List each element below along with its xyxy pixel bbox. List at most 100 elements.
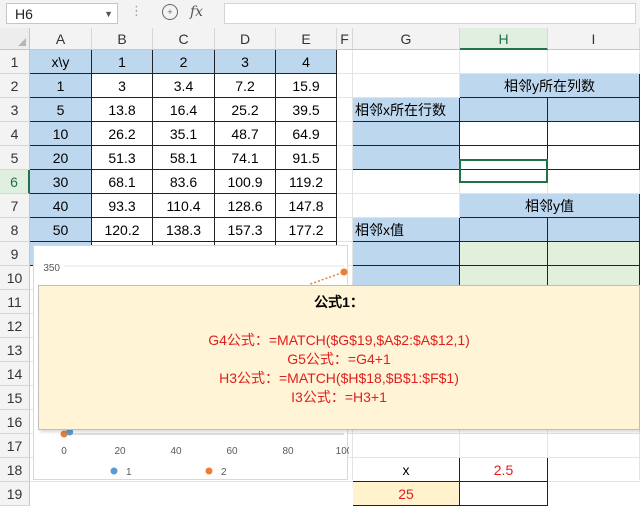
lookup-cell[interactable] [460, 98, 548, 122]
x-value-cell[interactable]: 5 [30, 98, 92, 122]
row-header-8[interactable]: 8 [0, 218, 30, 242]
value-cell[interactable] [460, 242, 548, 266]
active-cell-selection[interactable] [459, 159, 548, 183]
column-header-I[interactable]: I [548, 28, 640, 50]
data-cell[interactable]: 39.5 [276, 98, 337, 122]
data-cell[interactable]: 91.5 [276, 146, 337, 170]
data-cell[interactable]: 16.4 [153, 98, 215, 122]
lookup-cell[interactable] [548, 146, 640, 170]
chevron-down-icon[interactable]: ▼ [104, 9, 113, 19]
data-cell[interactable]: 68.1 [92, 170, 153, 194]
formula-comment-box[interactable]: 公式1： G4公式：=MATCH($G$19,$A$2:$A$12,1) G5公… [38, 285, 640, 430]
data-cell[interactable]: 128.6 [215, 194, 276, 218]
value-cell[interactable] [548, 218, 640, 242]
column-header-A[interactable]: A [30, 28, 92, 50]
column-header-F[interactable]: F [337, 28, 353, 50]
result-cell[interactable] [460, 482, 548, 506]
more-icon[interactable]: ⋮ [130, 3, 144, 19]
data-cell[interactable]: 58.1 [153, 146, 215, 170]
lookup-row-header[interactable]: 相邻x所在行数 [353, 98, 460, 122]
row-header-4[interactable]: 4 [0, 122, 30, 146]
lookup-col-header[interactable]: 相邻y所在列数 [460, 74, 640, 98]
row-header-15[interactable]: 15 [0, 386, 30, 410]
x-value-header[interactable]: 相邻x值 [353, 218, 460, 242]
data-cell[interactable]: 35.1 [153, 122, 215, 146]
row-header-6[interactable]: 6 [0, 170, 30, 194]
data-cell[interactable]: 177.2 [276, 218, 337, 242]
name-box[interactable]: H6 ▼ [6, 3, 118, 24]
table-header-cell[interactable]: x\y [30, 50, 92, 74]
data-cell[interactable]: 100.9 [215, 170, 276, 194]
table-header-cell[interactable]: 4 [276, 50, 337, 74]
data-cell[interactable]: 7.2 [215, 74, 276, 98]
row-header-3[interactable]: 3 [0, 98, 30, 122]
data-cell[interactable]: 138.3 [153, 218, 215, 242]
value-cell[interactable] [353, 242, 460, 266]
x-input-label[interactable]: x [353, 458, 460, 482]
row-header-12[interactable]: 12 [0, 314, 30, 338]
data-cell[interactable]: 3 [92, 74, 153, 98]
data-cell[interactable]: 119.2 [276, 170, 337, 194]
column-header-B[interactable]: B [92, 28, 153, 50]
chart-x-tick-label: 20 [114, 446, 126, 457]
row-header-2[interactable]: 2 [0, 74, 30, 98]
row-header-9[interactable]: 9 [0, 242, 30, 266]
row-header-10[interactable]: 10 [0, 266, 30, 290]
column-header-C[interactable]: C [153, 28, 215, 50]
chart-x-tick-label: 80 [282, 446, 294, 457]
column-header-H[interactable]: H [460, 28, 548, 50]
lookup-cell[interactable] [353, 122, 460, 146]
data-cell[interactable]: 48.7 [215, 122, 276, 146]
select-all-corner[interactable] [0, 28, 30, 50]
column-header-G[interactable]: G [353, 28, 460, 50]
row-header-11[interactable]: 11 [0, 290, 30, 314]
lookup-cell[interactable] [548, 122, 640, 146]
fx-icon[interactable]: fx [190, 4, 203, 20]
data-cell[interactable]: 25.2 [215, 98, 276, 122]
data-cell[interactable]: 3.4 [153, 74, 215, 98]
data-cell[interactable]: 15.9 [276, 74, 337, 98]
row-header-16[interactable]: 16 [0, 410, 30, 434]
row-header-5[interactable]: 5 [0, 146, 30, 170]
row-header-18[interactable]: 18 [0, 458, 30, 482]
data-cell[interactable]: 51.3 [92, 146, 153, 170]
lookup-cell[interactable] [548, 98, 640, 122]
zoom-icon[interactable]: + [162, 4, 178, 20]
column-header-E[interactable]: E [276, 28, 337, 50]
x-value-cell[interactable]: 50 [30, 218, 92, 242]
data-cell[interactable]: 26.2 [92, 122, 153, 146]
data-cell[interactable]: 93.3 [92, 194, 153, 218]
data-cell[interactable]: 110.4 [153, 194, 215, 218]
column-header-D[interactable]: D [215, 28, 276, 50]
lookup-cell[interactable] [460, 122, 548, 146]
x-value-cell[interactable]: 10 [30, 122, 92, 146]
row-header-13[interactable]: 13 [0, 338, 30, 362]
x-value-cell[interactable]: 40 [30, 194, 92, 218]
data-cell[interactable]: 13.8 [92, 98, 153, 122]
data-cell[interactable]: 147.8 [276, 194, 337, 218]
x-value-cell[interactable]: 20 [30, 146, 92, 170]
row-header-7[interactable]: 7 [0, 194, 30, 218]
x-input-value[interactable]: 25 [353, 482, 460, 506]
x-value-cell[interactable]: 1 [30, 74, 92, 98]
row-header-14[interactable]: 14 [0, 362, 30, 386]
comment-line: G5公式：=G4+1 [287, 351, 391, 367]
data-cell[interactable]: 74.1 [215, 146, 276, 170]
table-header-cell[interactable]: 2 [153, 50, 215, 74]
y-input-value[interactable]: 2.5 [460, 458, 548, 482]
lookup-cell[interactable] [353, 146, 460, 170]
data-cell[interactable]: 83.6 [153, 170, 215, 194]
data-cell[interactable]: 120.2 [92, 218, 153, 242]
data-cell[interactable]: 157.3 [215, 218, 276, 242]
value-col-header[interactable]: 相邻y值 [460, 194, 640, 218]
row-header-19[interactable]: 19 [0, 482, 30, 506]
formula-input[interactable] [224, 3, 636, 24]
x-value-cell[interactable]: 30 [30, 170, 92, 194]
row-header-1[interactable]: 1 [0, 50, 30, 74]
data-cell[interactable]: 64.9 [276, 122, 337, 146]
value-cell[interactable] [460, 218, 548, 242]
row-header-17[interactable]: 17 [0, 434, 30, 458]
table-header-cell[interactable]: 3 [215, 50, 276, 74]
value-cell[interactable] [548, 242, 640, 266]
table-header-cell[interactable]: 1 [92, 50, 153, 74]
